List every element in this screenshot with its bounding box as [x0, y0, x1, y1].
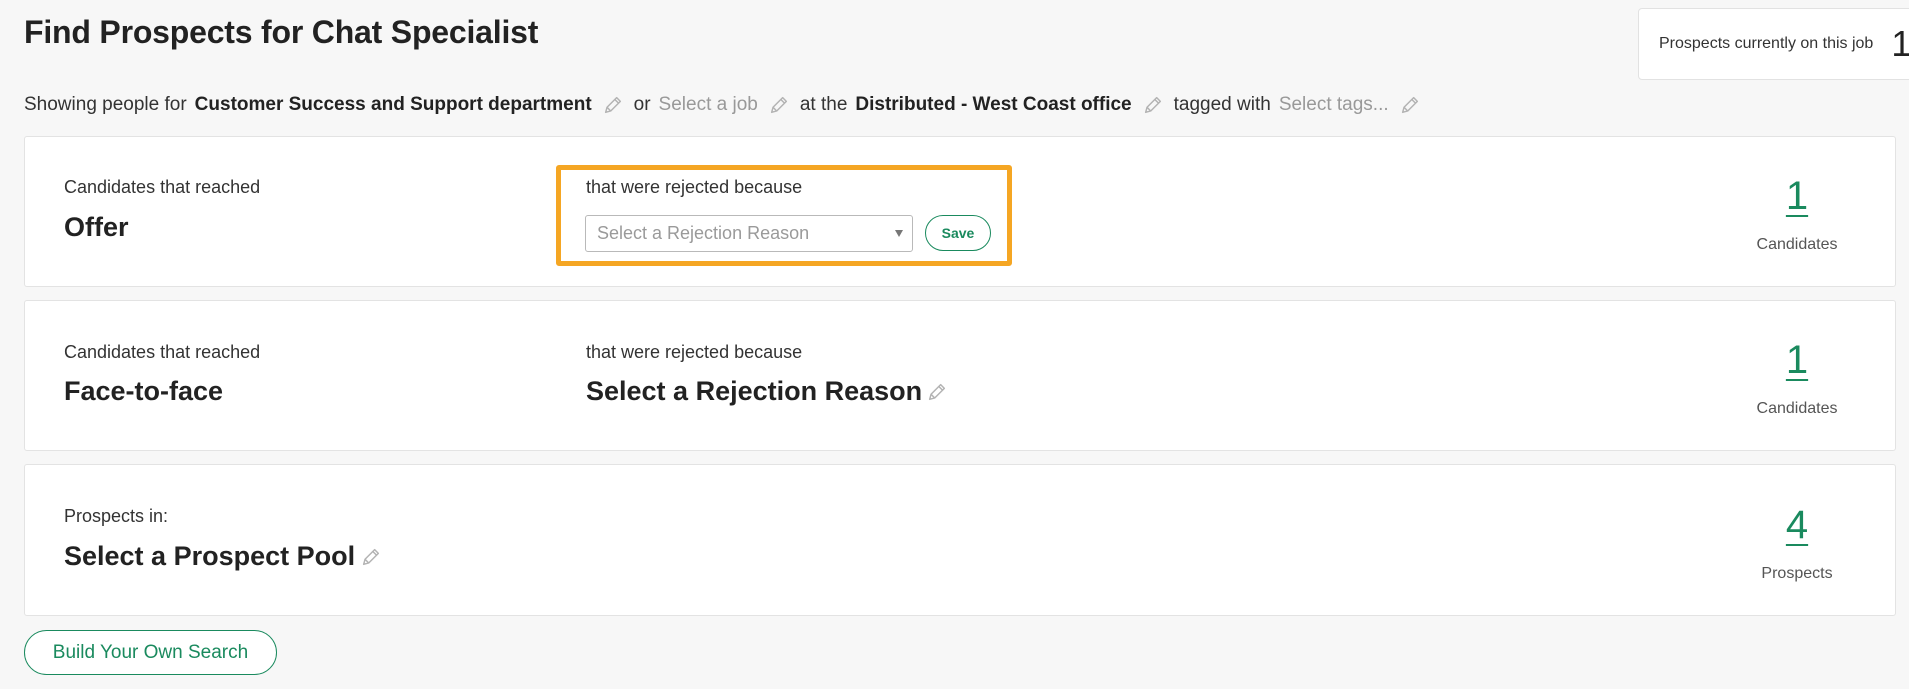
filter-or: or	[633, 94, 651, 115]
prospect-count-caption: Prospects	[1761, 565, 1833, 582]
rejection-reason-select[interactable]: Select a Rejection Reason	[585, 215, 913, 252]
filter-at-the: at the	[799, 94, 848, 115]
prospects-on-job-count: 1	[1891, 23, 1909, 64]
rejection-reason-value[interactable]: Select a Rejection Reason	[586, 376, 922, 407]
candidate-count-caption: Candidates	[1756, 236, 1838, 253]
prospect-pool-label: Prospects in:	[64, 506, 169, 526]
card-stage-label: Candidates that reached	[64, 342, 261, 362]
card-stage-value: Offer	[64, 212, 129, 242]
pencil-icon[interactable]	[602, 94, 624, 116]
prospect-pool-value[interactable]: Select a Prospect Pool	[64, 541, 355, 572]
tags-filter-placeholder[interactable]: Select tags...	[1279, 94, 1389, 116]
page-title: Find Prospects for Chat Specialist	[24, 14, 539, 50]
prospect-count-link[interactable]: 4	[1737, 503, 1857, 548]
prospects-on-job-label: Prospects currently on this job	[1659, 35, 1874, 52]
filter-summary: Showing people for Customer Success and …	[24, 92, 1421, 118]
rejection-label: that were rejected because	[586, 342, 803, 362]
pencil-icon[interactable]	[360, 546, 382, 568]
candidate-count-caption: Candidates	[1756, 400, 1838, 417]
candidate-count-link[interactable]: 1	[1737, 338, 1857, 383]
candidate-count-link[interactable]: 1	[1737, 174, 1857, 219]
caret-down-icon	[895, 230, 903, 237]
department-filter-value: Customer Success and Support department	[194, 94, 592, 115]
build-your-own-search-button[interactable]: Build Your Own Search	[24, 630, 277, 675]
job-filter-placeholder[interactable]: Select a job	[659, 94, 758, 116]
prospects-on-job-summary: Prospects currently on this job 1	[1638, 8, 1909, 80]
pencil-icon[interactable]	[1399, 94, 1421, 116]
filter-tagged-with: tagged with	[1173, 94, 1271, 115]
save-button[interactable]: Save	[925, 215, 991, 251]
pencil-icon[interactable]	[768, 94, 790, 116]
rejection-reason-select-placeholder: Select a Rejection Reason	[597, 223, 810, 243]
filter-prefix: Showing people for	[24, 94, 187, 115]
prospect-pool-card	[24, 464, 1896, 616]
pencil-icon[interactable]	[1142, 94, 1164, 116]
rejection-label: that were rejected because	[586, 177, 803, 197]
card-stage-value: Face-to-face	[64, 376, 224, 406]
office-filter-value: Distributed - West Coast office	[855, 94, 1132, 115]
card-stage-label: Candidates that reached	[64, 177, 261, 197]
face-to-face-rejected-card	[24, 300, 1896, 451]
pencil-icon[interactable]	[926, 381, 948, 403]
